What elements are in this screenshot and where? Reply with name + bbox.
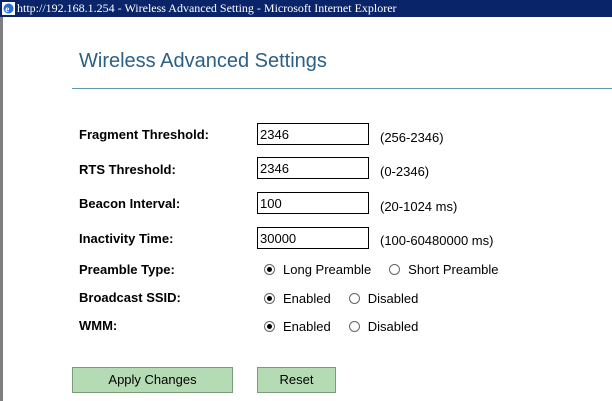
inactivity-time-input[interactable] — [257, 227, 369, 249]
svg-text:e: e — [5, 4, 9, 14]
inactivity-time-label: Inactivity Time: — [79, 231, 174, 246]
page-title: Wireless Advanced Settings — [79, 50, 327, 72]
ssid-disabled-label: Disabled — [367, 291, 419, 306]
fragment-threshold-range: (256-2346) — [380, 130, 444, 145]
rts-threshold-label: RTS Threshold: — [79, 162, 176, 177]
wmm-label: WMM: — [79, 318, 118, 333]
preamble-type-label: Preamble Type: — [79, 262, 175, 277]
beacon-interval-range: (20-1024 ms) — [380, 199, 458, 214]
wmm-options: Enabled Disabled — [264, 319, 418, 334]
fragment-threshold-label: Fragment Threshold: — [79, 127, 210, 142]
long-preamble-radio[interactable] — [264, 264, 275, 275]
window-title: http://192.168.1.254 - Wireless Advanced… — [17, 1, 397, 15]
preamble-type-options: Long Preamble Short Preamble — [264, 262, 499, 277]
broadcast-ssid-label: Broadcast SSID: — [79, 290, 181, 305]
reset-button[interactable]: Reset — [257, 367, 336, 393]
inactivity-time-range: (100-60480000 ms) — [380, 233, 494, 248]
rts-threshold-range: (0-2346) — [380, 164, 430, 179]
title-divider — [72, 88, 612, 89]
wmm-enabled-radio[interactable] — [264, 321, 275, 332]
rts-threshold-input[interactable] — [257, 157, 369, 179]
internet-explorer-icon: e — [2, 2, 15, 15]
ssid-enabled-radio[interactable] — [264, 293, 275, 304]
broadcast-ssid-options: Enabled Disabled — [264, 291, 418, 306]
short-preamble-radio[interactable] — [389, 264, 401, 275]
window-titlebar[interactable]: e http://192.168.1.254 - Wireless Advanc… — [0, 0, 612, 17]
ssid-enabled-label: Enabled — [283, 291, 331, 306]
beacon-interval-label: Beacon Interval: — [79, 196, 181, 211]
wmm-disabled-label: Disabled — [367, 319, 419, 334]
long-preamble-label: Long Preamble — [283, 262, 372, 277]
beacon-interval-input[interactable] — [257, 192, 369, 214]
short-preamble-label: Short Preamble — [408, 262, 499, 277]
wmm-enabled-label: Enabled — [283, 319, 331, 334]
apply-changes-button[interactable]: Apply Changes — [72, 367, 233, 393]
fragment-threshold-input[interactable] — [257, 123, 369, 145]
ssid-disabled-radio[interactable] — [348, 293, 360, 304]
wmm-disabled-radio[interactable] — [348, 321, 360, 332]
